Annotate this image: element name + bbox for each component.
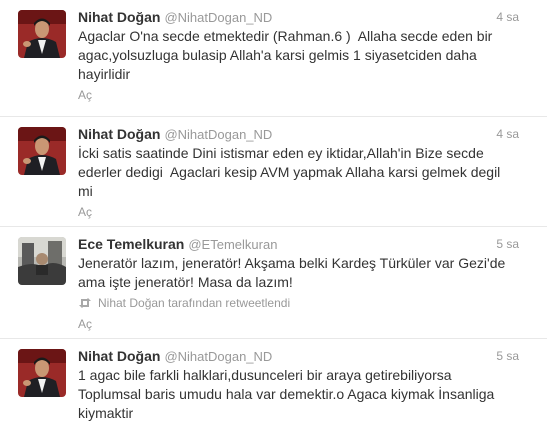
tweet-item[interactable]: Nihat Doğan @NihatDogan_ND 4 sa Agaclar O…	[0, 0, 547, 117]
tweet-text: Jeneratör lazım, jeneratör! Akşama belki…	[78, 255, 506, 290]
tweet-content: Ece Temelkuran @ETemelkuran 5 sa Jeneratö…	[78, 235, 519, 333]
tweet-text: İcki satis saatinde Dini istismar eden e…	[78, 145, 501, 199]
tweet-timestamp[interactable]: 4 sa	[496, 8, 519, 26]
expand-link[interactable]: Aç	[78, 86, 519, 104]
tweet-timeline: Nihat Doğan @NihatDogan_ND 4 sa Agaclar O…	[0, 0, 547, 436]
tweet-timestamp[interactable]: 4 sa	[496, 125, 519, 143]
tweet-text: 1 agac bile farkli halklari,dusunceleri …	[78, 367, 495, 421]
tweet-content: Nihat Doğan @NihatDogan_ND 5 sa 1 agac bi…	[78, 347, 519, 423]
tweet-item[interactable]: Nihat Doğan @NihatDogan_ND 5 sa 1 agac bi…	[0, 339, 547, 436]
retweet-context: Nihat Doğan tarafından retweetlendi	[78, 294, 519, 313]
author-handle[interactable]: @NihatDogan_ND	[164, 127, 272, 142]
tweet-timestamp[interactable]: 5 sa	[496, 235, 519, 253]
tweet-header: Ece Temelkuran @ETemelkuran 5 sa	[78, 235, 519, 253]
tweet-item[interactable]: Ece Temelkuran @ETemelkuran 5 sa Jeneratö…	[0, 227, 547, 339]
author-name[interactable]: Nihat Doğan	[78, 9, 160, 25]
author-name[interactable]: Nihat Doğan	[78, 348, 160, 364]
expand-link[interactable]: Aç	[78, 315, 519, 333]
tweet-header: Nihat Doğan @NihatDogan_ND 4 sa	[78, 125, 519, 143]
author-name[interactable]: Nihat Doğan	[78, 126, 160, 142]
author-handle[interactable]: @NihatDogan_ND	[164, 349, 272, 364]
avatar[interactable]	[18, 237, 66, 285]
avatar[interactable]	[18, 10, 66, 58]
tweet-content: Nihat Doğan @NihatDogan_ND 4 sa İcki sati…	[78, 125, 519, 221]
author-handle[interactable]: @ETemelkuran	[188, 237, 277, 252]
avatar[interactable]	[18, 349, 66, 397]
author-name[interactable]: Ece Temelkuran	[78, 236, 184, 252]
tweet-content: Nihat Doğan @NihatDogan_ND 4 sa Agaclar O…	[78, 8, 519, 104]
tweet-header: Nihat Doğan @NihatDogan_ND 5 sa	[78, 347, 519, 365]
expand-link[interactable]: Aç	[78, 203, 519, 221]
avatar[interactable]	[18, 127, 66, 175]
tweet-item[interactable]: Nihat Doğan @NihatDogan_ND 4 sa İcki sati…	[0, 117, 547, 227]
author-handle[interactable]: @NihatDogan_ND	[164, 10, 272, 25]
tweet-header: Nihat Doğan @NihatDogan_ND 4 sa	[78, 8, 519, 26]
retweet-label[interactable]: Nihat Doğan tarafından retweetlendi	[98, 296, 290, 310]
tweet-timestamp[interactable]: 5 sa	[496, 347, 519, 365]
tweet-text: Agaclar O'na secde etmektedir (Rahman.6 …	[78, 28, 493, 82]
retweet-icon	[78, 295, 92, 313]
